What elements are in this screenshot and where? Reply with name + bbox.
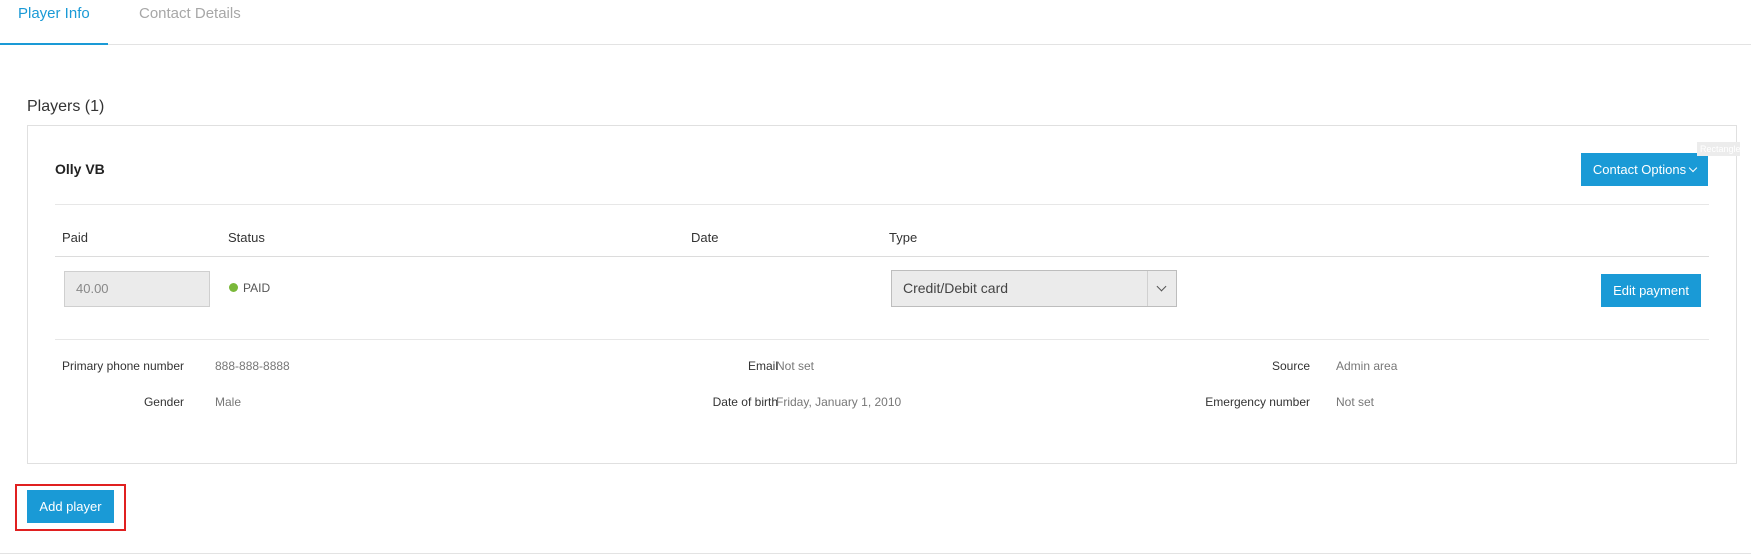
tab-contact-details[interactable]: Contact Details <box>121 0 259 45</box>
email-value: Not set <box>776 359 815 373</box>
source-value: Admin area <box>1336 359 1398 373</box>
column-header-type: Type <box>889 230 918 245</box>
status-dot-icon <box>229 283 238 292</box>
payment-type-select[interactable]: Credit/Debit card <box>891 270 1177 307</box>
emergency-number-value: Not set <box>1336 395 1375 409</box>
contact-options-label: Contact Options <box>1592 162 1687 177</box>
bottom-divider <box>0 553 1751 554</box>
column-header-date: Date <box>691 230 719 245</box>
tab-bar: Player Info Contact Details <box>0 0 1751 45</box>
select-separator <box>1147 271 1148 306</box>
players-section-title: Players (1) <box>27 98 105 115</box>
column-header-paid: Paid <box>62 230 89 245</box>
primary-phone-label: Primary phone number <box>61 359 184 373</box>
primary-phone-value: 888-888-8888 <box>215 359 290 373</box>
payment-status-label: PAID <box>243 281 271 295</box>
contact-options-button[interactable]: Contact Options <box>1581 153 1708 186</box>
edit-payment-button[interactable]: Edit payment <box>1601 274 1701 307</box>
source-label: Source <box>1271 359 1310 373</box>
chevron-down-icon <box>1688 163 1698 173</box>
divider <box>55 204 1709 205</box>
chevron-down-icon <box>1156 281 1167 292</box>
payment-status: PAID <box>229 281 270 295</box>
divider <box>55 339 1709 340</box>
table-header-divider <box>55 256 1709 257</box>
paid-amount-input[interactable]: 40.00 <box>64 271 210 307</box>
date-of-birth-value: Friday, January 1, 2010 <box>776 395 902 409</box>
email-label: Email <box>747 359 778 373</box>
gender-label: Gender <box>143 395 184 409</box>
player-card: Olly VB Contact Options Paid Status Date… <box>27 125 1737 464</box>
overlay-label: Rectangle <box>1697 142 1740 156</box>
gender-value: Male <box>215 395 242 409</box>
emergency-number-label: Emergency number <box>1205 395 1310 409</box>
date-of-birth-label: Date of birth <box>712 395 778 409</box>
column-header-status: Status <box>228 230 265 245</box>
player-name: Olly VB <box>55 161 105 177</box>
add-player-button[interactable]: Add player <box>27 490 114 523</box>
payment-type-value: Credit/Debit card <box>903 280 1009 296</box>
page: Player Info Contact Details Players (1) … <box>0 0 1751 556</box>
tab-player-info[interactable]: Player Info <box>0 0 108 45</box>
